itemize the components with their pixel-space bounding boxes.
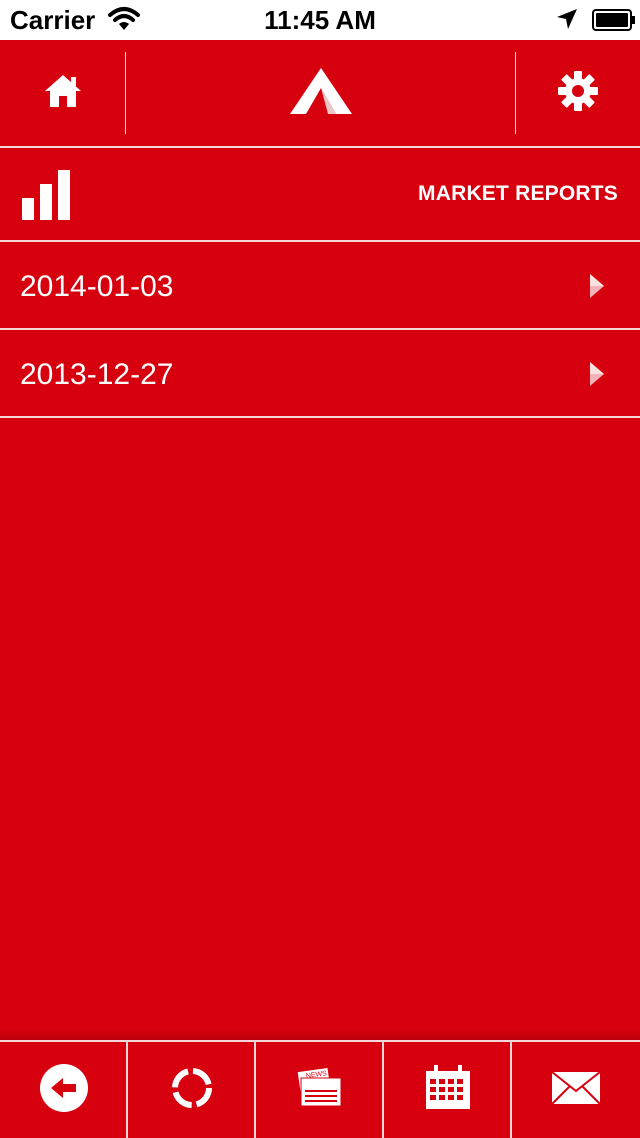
bottom-tab-bar: NEWS	[0, 1040, 640, 1138]
envelope-icon	[550, 1070, 601, 1110]
chevron-right-icon	[588, 274, 606, 303]
calendar-icon	[424, 1064, 472, 1116]
home-button[interactable]	[0, 40, 125, 146]
divider	[0, 416, 640, 418]
calendar-button[interactable]	[384, 1042, 511, 1138]
newspaper-icon: NEWS	[295, 1067, 345, 1113]
section-header: MARKET REPORTS	[0, 148, 640, 240]
back-button[interactable]	[0, 1042, 127, 1138]
chevron-right-icon	[588, 362, 606, 391]
refresh-ring-icon	[169, 1065, 215, 1116]
report-row[interactable]: 2013-12-27	[0, 330, 640, 416]
back-arrow-icon	[39, 1063, 89, 1118]
bar-chart-icon	[22, 170, 72, 225]
report-date: 2013-12-27	[20, 358, 174, 391]
home-icon	[43, 73, 83, 114]
report-date: 2014-01-03	[20, 270, 174, 303]
location-arrow-icon	[555, 7, 579, 36]
gear-icon	[557, 70, 599, 117]
refresh-button[interactable]	[128, 1042, 255, 1138]
section-title: MARKET REPORTS	[418, 182, 618, 205]
battery-icon	[592, 9, 636, 36]
report-row[interactable]: 2014-01-03	[0, 242, 640, 328]
top-nav-bar	[0, 40, 640, 146]
mail-button[interactable]	[512, 1042, 639, 1138]
settings-button[interactable]	[516, 40, 640, 146]
news-button[interactable]: NEWS	[256, 1042, 383, 1138]
tent-logo-icon	[288, 66, 354, 121]
status-bar: Carrier 11:45 AM	[0, 0, 640, 40]
brand-logo	[126, 40, 516, 146]
bottom-shadow	[0, 1030, 640, 1040]
clock-time: 11:45 AM	[264, 5, 376, 35]
